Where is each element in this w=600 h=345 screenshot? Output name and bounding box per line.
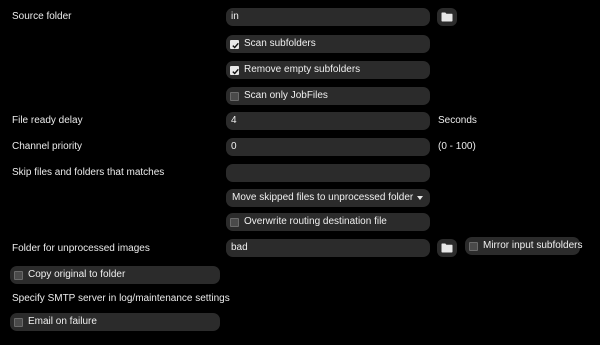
folder-icon (441, 243, 453, 253)
unprocessed-folder-browse-button[interactable] (437, 239, 457, 257)
chevron-down-icon (417, 196, 423, 200)
channel-priority-input[interactable]: 0 (226, 138, 430, 156)
mirror-input-subfolders-checkbox[interactable]: Mirror input subfolders (465, 237, 583, 255)
checkbox-unchecked-icon (230, 91, 239, 101)
checkbox-unchecked-icon (469, 241, 478, 251)
email-on-failure-checkbox[interactable]: Email on failure (10, 313, 220, 331)
channel-priority-label: Channel priority (12, 141, 83, 152)
file-ready-delay-unit: Seconds (438, 115, 477, 126)
channel-priority-range: (0 - 100) (438, 141, 476, 152)
overwrite-routing-label: Overwrite routing destination file (244, 216, 387, 227)
skip-files-label: Skip files and folders that matches (12, 167, 165, 178)
folder-icon (441, 12, 453, 22)
source-folder-input[interactable]: in (226, 8, 430, 26)
file-ready-delay-label: File ready delay (12, 115, 83, 126)
checkbox-checked-icon (230, 65, 239, 75)
mirror-input-subfolders-label: Mirror input subfolders (483, 240, 583, 251)
checkbox-checked-icon (230, 39, 239, 49)
smtp-note: Specify SMTP server in log/maintenance s… (12, 293, 230, 304)
skip-action-dropdown[interactable]: Move skipped files to unprocessed folder (226, 189, 430, 207)
source-folder-browse-button[interactable] (437, 8, 457, 26)
source-folder-label: Source folder (12, 11, 72, 22)
remove-empty-subfolders-label: Remove empty subfolders (244, 64, 361, 75)
unprocessed-folder-label: Folder for unprocessed images (12, 243, 150, 254)
skip-action-selected: Move skipped files to unprocessed folder (232, 192, 414, 203)
scan-only-jobfiles-label: Scan only JobFiles (244, 90, 328, 101)
email-on-failure-label: Email on failure (28, 316, 97, 327)
scan-only-jobfiles-checkbox[interactable]: Scan only JobFiles (226, 87, 430, 105)
overwrite-routing-checkbox[interactable]: Overwrite routing destination file (226, 213, 430, 231)
remove-empty-subfolders-checkbox[interactable]: Remove empty subfolders (226, 61, 430, 79)
checkbox-unchecked-icon (14, 317, 23, 327)
copy-original-label: Copy original to folder (28, 269, 126, 280)
file-ready-delay-input[interactable]: 4 (226, 112, 430, 130)
copy-original-checkbox[interactable]: Copy original to folder (10, 266, 220, 284)
checkbox-unchecked-icon (14, 270, 23, 280)
checkbox-unchecked-icon (230, 217, 239, 227)
scan-subfolders-label: Scan subfolders (244, 38, 316, 49)
unprocessed-folder-input[interactable]: bad (226, 239, 430, 257)
scan-subfolders-checkbox[interactable]: Scan subfolders (226, 35, 430, 53)
skip-files-input[interactable] (226, 164, 430, 182)
